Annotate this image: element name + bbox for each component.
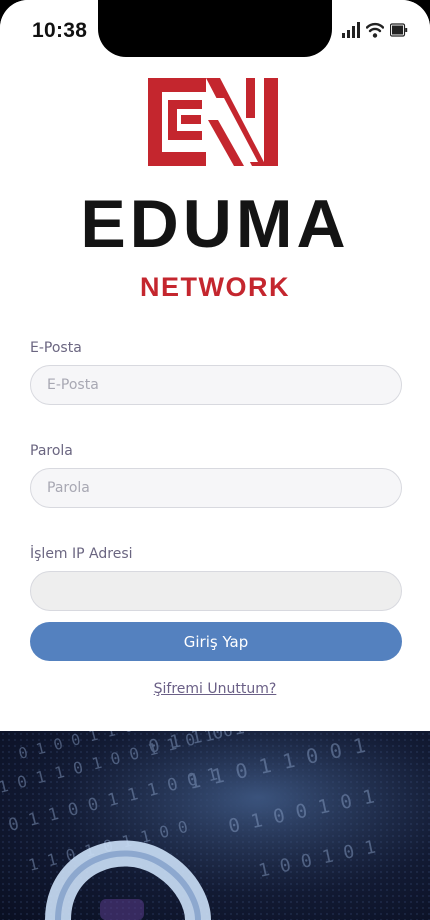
email-field[interactable]: [30, 365, 402, 405]
login-button[interactable]: Giriş Yap: [30, 622, 402, 661]
status-icons: [342, 22, 408, 38]
phone-screen: 10:38 EDUMA NETWORK E-Posta E-Posta Paro…: [0, 0, 430, 920]
brand-subtitle: NETWORK: [140, 272, 290, 302]
wifi-icon: [366, 22, 384, 38]
password-field[interactable]: [30, 468, 402, 508]
email-label: E-Posta: [30, 340, 82, 356]
device-notch: [98, 0, 332, 57]
status-time: 10:38: [32, 19, 88, 42]
battery-icon: [390, 23, 408, 37]
eduma-logo-icon: [148, 78, 278, 166]
ip-address-field[interactable]: [30, 571, 402, 611]
ip-address-label: İşlem IP Adresi: [30, 546, 133, 562]
status-bar: 10:38: [0, 0, 430, 58]
signal-icon: [342, 22, 360, 38]
cyber-security-image: 0 1 0 0 1 1 0 1 0 1 0 0 0 1 1 0 1 0 0 1 …: [0, 731, 430, 920]
password-label: Parola: [30, 443, 73, 459]
brand-name: EDUMA: [80, 186, 350, 262]
forgot-password-link[interactable]: Şifremi Unuttum?: [0, 681, 430, 697]
